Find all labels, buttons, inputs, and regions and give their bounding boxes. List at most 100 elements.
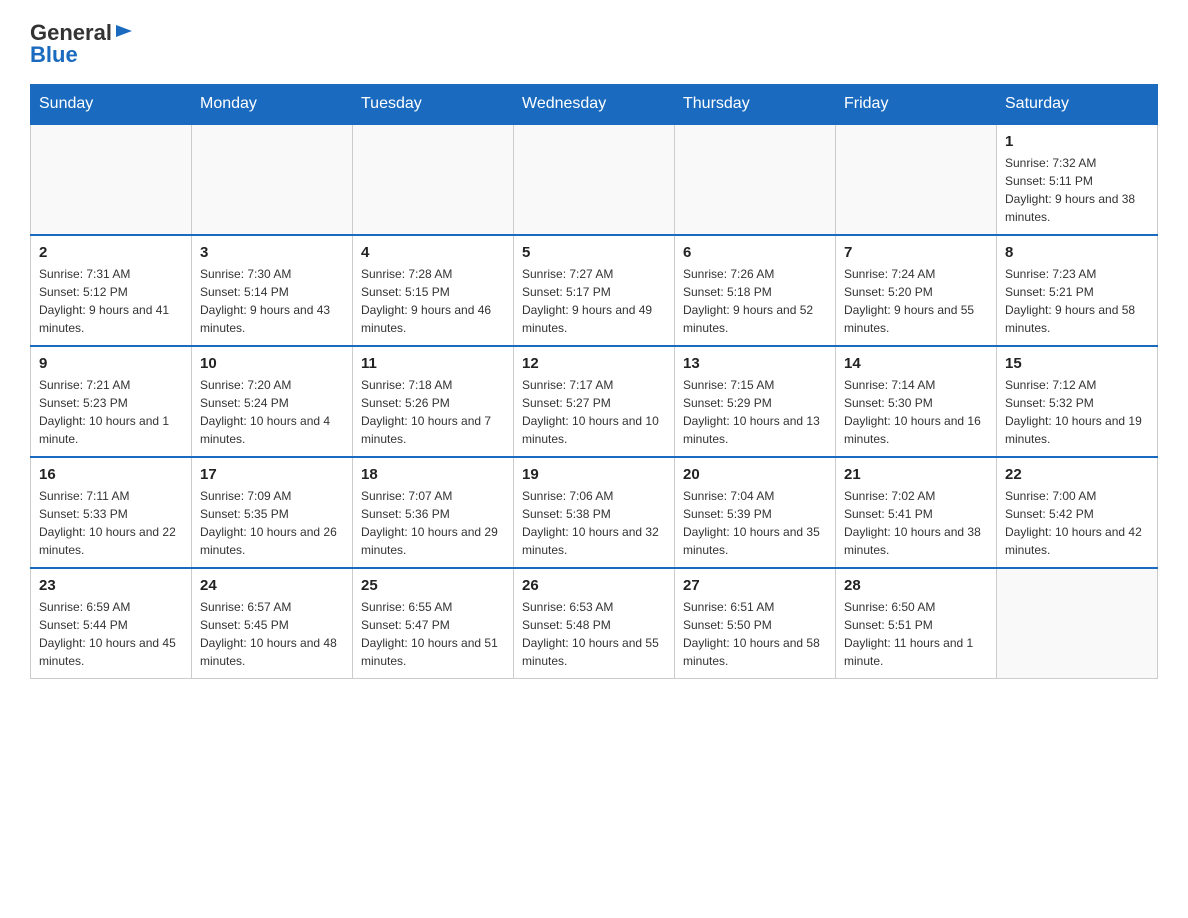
calendar-cell bbox=[997, 568, 1158, 679]
calendar-cell: 2 Sunrise: 7:31 AM Sunset: 5:12 PM Daylig… bbox=[31, 235, 192, 346]
calendar-cell: 28Sunrise: 6:50 AM Sunset: 5:51 PM Dayli… bbox=[836, 568, 997, 679]
calendar-cell: 12 Sunrise: 7:17 AM Sunset: 5:27 PM Dayli… bbox=[514, 346, 675, 457]
day-info: Sunrise: 7:21 AM Sunset: 5:23 PM Dayligh… bbox=[39, 376, 183, 448]
weekday-header-saturday: Saturday bbox=[997, 85, 1158, 125]
day-info: Sunrise: 7:32 AM Sunset: 5:11 PM Dayligh… bbox=[1005, 154, 1149, 226]
calendar-cell: 5 Sunrise: 7:27 AM Sunset: 5:17 PM Daylig… bbox=[514, 235, 675, 346]
day-number: 6 bbox=[683, 244, 827, 261]
day-number: 22 bbox=[1005, 466, 1149, 483]
day-info: Sunrise: 7:26 AM Sunset: 5:18 PM Dayligh… bbox=[683, 265, 827, 337]
weekday-header-friday: Friday bbox=[836, 85, 997, 125]
day-info: Sunrise: 7:23 AM Sunset: 5:21 PM Dayligh… bbox=[1005, 265, 1149, 337]
day-number: 21 bbox=[844, 466, 988, 483]
day-info: Sunrise: 7:11 AM Sunset: 5:33 PM Dayligh… bbox=[39, 487, 183, 559]
day-info: Sunrise: 7:07 AM Sunset: 5:36 PM Dayligh… bbox=[361, 487, 505, 559]
day-info: Sunrise: 7:31 AM Sunset: 5:12 PM Dayligh… bbox=[39, 265, 183, 337]
day-info: Sunrise: 7:04 AM Sunset: 5:39 PM Dayligh… bbox=[683, 487, 827, 559]
calendar-cell: 16 Sunrise: 7:11 AM Sunset: 5:33 PM Dayli… bbox=[31, 457, 192, 568]
weekday-header-row: SundayMondayTuesdayWednesdayThursdayFrid… bbox=[31, 85, 1158, 125]
calendar-cell bbox=[192, 124, 353, 235]
day-number: 13 bbox=[683, 355, 827, 372]
calendar-cell: 18 Sunrise: 7:07 AM Sunset: 5:36 PM Dayli… bbox=[353, 457, 514, 568]
calendar-cell: 3 Sunrise: 7:30 AM Sunset: 5:14 PM Daylig… bbox=[192, 235, 353, 346]
calendar-cell: 15 Sunrise: 7:12 AM Sunset: 5:32 PM Dayli… bbox=[997, 346, 1158, 457]
day-number: 9 bbox=[39, 355, 183, 372]
day-info: Sunrise: 7:24 AM Sunset: 5:20 PM Dayligh… bbox=[844, 265, 988, 337]
calendar-cell: 10 Sunrise: 7:20 AM Sunset: 5:24 PM Dayli… bbox=[192, 346, 353, 457]
day-number: 1 bbox=[1005, 133, 1149, 150]
calendar-cell bbox=[353, 124, 514, 235]
calendar-cell: 1 Sunrise: 7:32 AM Sunset: 5:11 PM Daylig… bbox=[997, 124, 1158, 235]
day-info: Sunrise: 7:00 AM Sunset: 5:42 PM Dayligh… bbox=[1005, 487, 1149, 559]
day-number: 15 bbox=[1005, 355, 1149, 372]
calendar-week-row: 16 Sunrise: 7:11 AM Sunset: 5:33 PM Dayli… bbox=[31, 457, 1158, 568]
day-number: 20 bbox=[683, 466, 827, 483]
day-info: Sunrise: 7:20 AM Sunset: 5:24 PM Dayligh… bbox=[200, 376, 344, 448]
calendar-cell: 26 Sunrise: 6:53 AM Sunset: 5:48 PM Dayli… bbox=[514, 568, 675, 679]
day-info: Sunrise: 6:59 AM Sunset: 5:44 PM Dayligh… bbox=[39, 598, 183, 670]
day-number: 3 bbox=[200, 244, 344, 261]
day-info: Sunrise: 7:06 AM Sunset: 5:38 PM Dayligh… bbox=[522, 487, 666, 559]
day-number: 18 bbox=[361, 466, 505, 483]
day-info: Sunrise: 7:28 AM Sunset: 5:15 PM Dayligh… bbox=[361, 265, 505, 337]
calendar-cell: 24Sunrise: 6:57 AM Sunset: 5:45 PM Dayli… bbox=[192, 568, 353, 679]
day-number: 17 bbox=[200, 466, 344, 483]
day-number: 11 bbox=[361, 355, 505, 372]
calendar-week-row: 2 Sunrise: 7:31 AM Sunset: 5:12 PM Daylig… bbox=[31, 235, 1158, 346]
calendar-cell: 25 Sunrise: 6:55 AM Sunset: 5:47 PM Dayli… bbox=[353, 568, 514, 679]
calendar-cell bbox=[31, 124, 192, 235]
calendar-cell: 19 Sunrise: 7:06 AM Sunset: 5:38 PM Dayli… bbox=[514, 457, 675, 568]
day-number: 8 bbox=[1005, 244, 1149, 261]
day-number: 4 bbox=[361, 244, 505, 261]
day-info: Sunrise: 6:53 AM Sunset: 5:48 PM Dayligh… bbox=[522, 598, 666, 670]
calendar-cell: 17 Sunrise: 7:09 AM Sunset: 5:35 PM Dayli… bbox=[192, 457, 353, 568]
calendar-cell bbox=[675, 124, 836, 235]
calendar-cell: 20 Sunrise: 7:04 AM Sunset: 5:39 PM Dayli… bbox=[675, 457, 836, 568]
logo-blue-text: Blue bbox=[30, 42, 78, 68]
calendar-cell: 7Sunrise: 7:24 AM Sunset: 5:20 PM Daylig… bbox=[836, 235, 997, 346]
calendar-cell: 21 Sunrise: 7:02 AM Sunset: 5:41 PM Dayli… bbox=[836, 457, 997, 568]
day-info: Sunrise: 7:15 AM Sunset: 5:29 PM Dayligh… bbox=[683, 376, 827, 448]
calendar-cell: 13 Sunrise: 7:15 AM Sunset: 5:29 PM Dayli… bbox=[675, 346, 836, 457]
calendar-cell: 23 Sunrise: 6:59 AM Sunset: 5:44 PM Dayli… bbox=[31, 568, 192, 679]
calendar-cell: 22 Sunrise: 7:00 AM Sunset: 5:42 PM Dayli… bbox=[997, 457, 1158, 568]
calendar-cell: 9 Sunrise: 7:21 AM Sunset: 5:23 PM Daylig… bbox=[31, 346, 192, 457]
day-number: 28 bbox=[844, 577, 988, 594]
calendar-table: SundayMondayTuesdayWednesdayThursdayFrid… bbox=[30, 84, 1158, 679]
day-info: Sunrise: 7:02 AM Sunset: 5:41 PM Dayligh… bbox=[844, 487, 988, 559]
day-info: Sunrise: 7:09 AM Sunset: 5:35 PM Dayligh… bbox=[200, 487, 344, 559]
day-number: 23 bbox=[39, 577, 183, 594]
page-header: General Blue bbox=[30, 20, 1158, 68]
day-info: Sunrise: 7:12 AM Sunset: 5:32 PM Dayligh… bbox=[1005, 376, 1149, 448]
calendar-cell: 11Sunrise: 7:18 AM Sunset: 5:26 PM Dayli… bbox=[353, 346, 514, 457]
calendar-week-row: 1 Sunrise: 7:32 AM Sunset: 5:11 PM Daylig… bbox=[31, 124, 1158, 235]
day-number: 5 bbox=[522, 244, 666, 261]
day-info: Sunrise: 7:14 AM Sunset: 5:30 PM Dayligh… bbox=[844, 376, 988, 448]
calendar-cell bbox=[836, 124, 997, 235]
day-number: 10 bbox=[200, 355, 344, 372]
weekday-header-wednesday: Wednesday bbox=[514, 85, 675, 125]
calendar-week-row: 9 Sunrise: 7:21 AM Sunset: 5:23 PM Daylig… bbox=[31, 346, 1158, 457]
calendar-cell: 4 Sunrise: 7:28 AM Sunset: 5:15 PM Daylig… bbox=[353, 235, 514, 346]
day-number: 19 bbox=[522, 466, 666, 483]
day-number: 26 bbox=[522, 577, 666, 594]
day-info: Sunrise: 6:51 AM Sunset: 5:50 PM Dayligh… bbox=[683, 598, 827, 670]
day-number: 27 bbox=[683, 577, 827, 594]
day-number: 12 bbox=[522, 355, 666, 372]
calendar-cell: 14Sunrise: 7:14 AM Sunset: 5:30 PM Dayli… bbox=[836, 346, 997, 457]
day-info: Sunrise: 7:30 AM Sunset: 5:14 PM Dayligh… bbox=[200, 265, 344, 337]
day-number: 2 bbox=[39, 244, 183, 261]
day-number: 16 bbox=[39, 466, 183, 483]
day-info: Sunrise: 7:27 AM Sunset: 5:17 PM Dayligh… bbox=[522, 265, 666, 337]
calendar-cell bbox=[514, 124, 675, 235]
day-number: 25 bbox=[361, 577, 505, 594]
calendar-cell: 6 Sunrise: 7:26 AM Sunset: 5:18 PM Daylig… bbox=[675, 235, 836, 346]
calendar-cell: 27 Sunrise: 6:51 AM Sunset: 5:50 PM Dayli… bbox=[675, 568, 836, 679]
day-info: Sunrise: 6:55 AM Sunset: 5:47 PM Dayligh… bbox=[361, 598, 505, 670]
weekday-header-sunday: Sunday bbox=[31, 85, 192, 125]
weekday-header-monday: Monday bbox=[192, 85, 353, 125]
logo-flag-icon bbox=[114, 23, 134, 43]
day-info: Sunrise: 7:17 AM Sunset: 5:27 PM Dayligh… bbox=[522, 376, 666, 448]
logo: General Blue bbox=[30, 20, 134, 68]
weekday-header-tuesday: Tuesday bbox=[353, 85, 514, 125]
